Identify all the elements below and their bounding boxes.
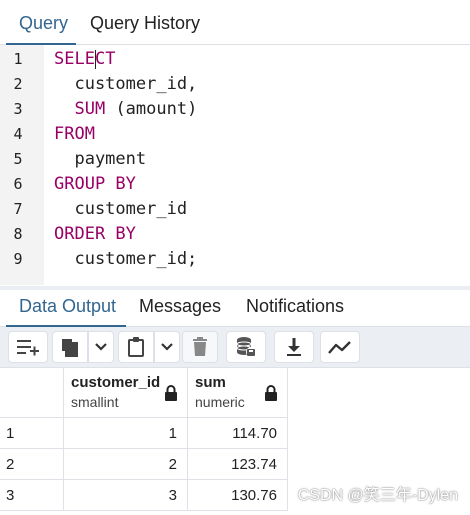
chevron-down-icon bbox=[95, 343, 107, 351]
column-name: customer_id bbox=[71, 374, 161, 391]
cell-sum[interactable]: 114.70 bbox=[188, 418, 288, 449]
column-header-customer-id[interactable]: customer_id smallint bbox=[64, 368, 188, 418]
row-number[interactable]: 1 bbox=[0, 418, 64, 449]
output-tab-bar: Data Output Messages Notifications bbox=[0, 290, 470, 327]
sql-editor[interactable]: 1 SELECT 2 customer_id, 3 SUM (amount) 4 FROM… bbox=[0, 45, 470, 285]
watermark: CSDN @笑三年-Dylen bbox=[297, 487, 458, 504]
sql-keyword: FROM bbox=[54, 124, 95, 144]
paste-options-dropdown[interactable] bbox=[154, 331, 180, 363]
line-number: 8 bbox=[13, 225, 23, 243]
code-line[interactable]: 2 customer_id, bbox=[0, 72, 470, 97]
cell-customer-id[interactable]: 3 bbox=[64, 480, 188, 511]
column-type: numeric bbox=[195, 394, 245, 410]
line-number: 9 bbox=[13, 250, 23, 268]
save-data-icon bbox=[236, 337, 256, 357]
sql-keyword: SELE bbox=[54, 49, 95, 69]
sql-text: customer_id; bbox=[54, 249, 198, 269]
column-header-sum[interactable]: sum numeric bbox=[188, 368, 288, 418]
code-text: SELECT bbox=[54, 47, 115, 72]
lock-icon bbox=[165, 385, 177, 401]
line-number: 1 bbox=[13, 50, 23, 68]
line-number: 4 bbox=[13, 125, 23, 143]
download-button[interactable] bbox=[274, 331, 314, 363]
code-line[interactable]: 7 customer_id bbox=[0, 197, 470, 222]
data-output-toolbar bbox=[0, 327, 470, 368]
sql-text: customer_id, bbox=[54, 74, 198, 94]
tab-data-output[interactable]: Data Output bbox=[19, 290, 116, 326]
code-text: payment bbox=[54, 147, 146, 172]
delete-icon bbox=[193, 337, 207, 356]
code-text: customer_id; bbox=[54, 247, 197, 272]
graph-icon bbox=[328, 341, 351, 354]
graph-visualiser-button[interactable] bbox=[320, 331, 360, 363]
tab-query[interactable]: Query bbox=[19, 0, 68, 44]
add-row-button[interactable] bbox=[8, 331, 48, 363]
sql-keyword: SUM bbox=[74, 99, 106, 119]
sql-text: customer_id bbox=[54, 199, 188, 219]
code-text: GROUP BY bbox=[54, 172, 136, 197]
code-text: ORDER BY bbox=[54, 222, 136, 247]
code-line[interactable]: 9 customer_id; bbox=[0, 247, 470, 272]
sql-keyword: GROUP BY bbox=[54, 174, 136, 194]
cell-sum[interactable]: 123.74 bbox=[188, 449, 288, 480]
code-text: SUM (amount) bbox=[54, 97, 197, 122]
line-number: 6 bbox=[13, 175, 23, 193]
code-line[interactable]: 8 ORDER BY bbox=[0, 222, 470, 247]
save-data-button[interactable] bbox=[226, 331, 266, 363]
code-line[interactable]: 4 FROM bbox=[0, 122, 470, 147]
line-number: 5 bbox=[13, 150, 23, 168]
line-number: 7 bbox=[13, 200, 23, 218]
paste-icon bbox=[128, 337, 144, 357]
sql-text: (amount) bbox=[105, 99, 198, 119]
column-type: smallint bbox=[71, 394, 119, 410]
code-text: customer_id bbox=[54, 197, 187, 222]
line-number: 3 bbox=[13, 100, 23, 118]
code-line[interactable]: 3 SUM (amount) bbox=[0, 97, 470, 122]
tab-query-history[interactable]: Query History bbox=[90, 0, 200, 44]
chevron-down-icon bbox=[161, 343, 173, 351]
download-icon bbox=[287, 338, 301, 356]
code-text: FROM bbox=[54, 122, 95, 147]
line-number: 2 bbox=[13, 75, 23, 93]
row-number-header[interactable] bbox=[0, 368, 64, 418]
tab-messages[interactable]: Messages bbox=[139, 290, 221, 326]
cell-customer-id[interactable]: 1 bbox=[64, 418, 188, 449]
column-name: sum bbox=[195, 374, 226, 391]
tab-notifications[interactable]: Notifications bbox=[246, 290, 344, 326]
cell-customer-id[interactable]: 2 bbox=[64, 449, 188, 480]
editor-tab-bar: Query Query History bbox=[0, 0, 470, 45]
copy-button[interactable] bbox=[52, 331, 88, 363]
paste-button[interactable] bbox=[118, 331, 154, 363]
sql-keyword: ORDER BY bbox=[54, 224, 136, 244]
row-number[interactable]: 2 bbox=[0, 449, 64, 480]
cell-sum[interactable]: 130.76 bbox=[188, 480, 288, 511]
code-line[interactable]: 5 payment bbox=[0, 147, 470, 172]
add-row-icon bbox=[17, 340, 39, 356]
copy-options-dropdown[interactable] bbox=[88, 331, 114, 363]
code-line[interactable]: 6 GROUP BY bbox=[0, 172, 470, 197]
code-line[interactable]: 1 SELECT bbox=[0, 47, 470, 72]
row-number[interactable]: 3 bbox=[0, 480, 64, 511]
lock-icon bbox=[265, 385, 277, 401]
sql-keyword: CT bbox=[94, 49, 116, 69]
delete-button[interactable] bbox=[182, 331, 218, 363]
code-text: customer_id, bbox=[54, 72, 197, 97]
sql-text: payment bbox=[54, 149, 147, 169]
copy-icon bbox=[62, 339, 78, 357]
